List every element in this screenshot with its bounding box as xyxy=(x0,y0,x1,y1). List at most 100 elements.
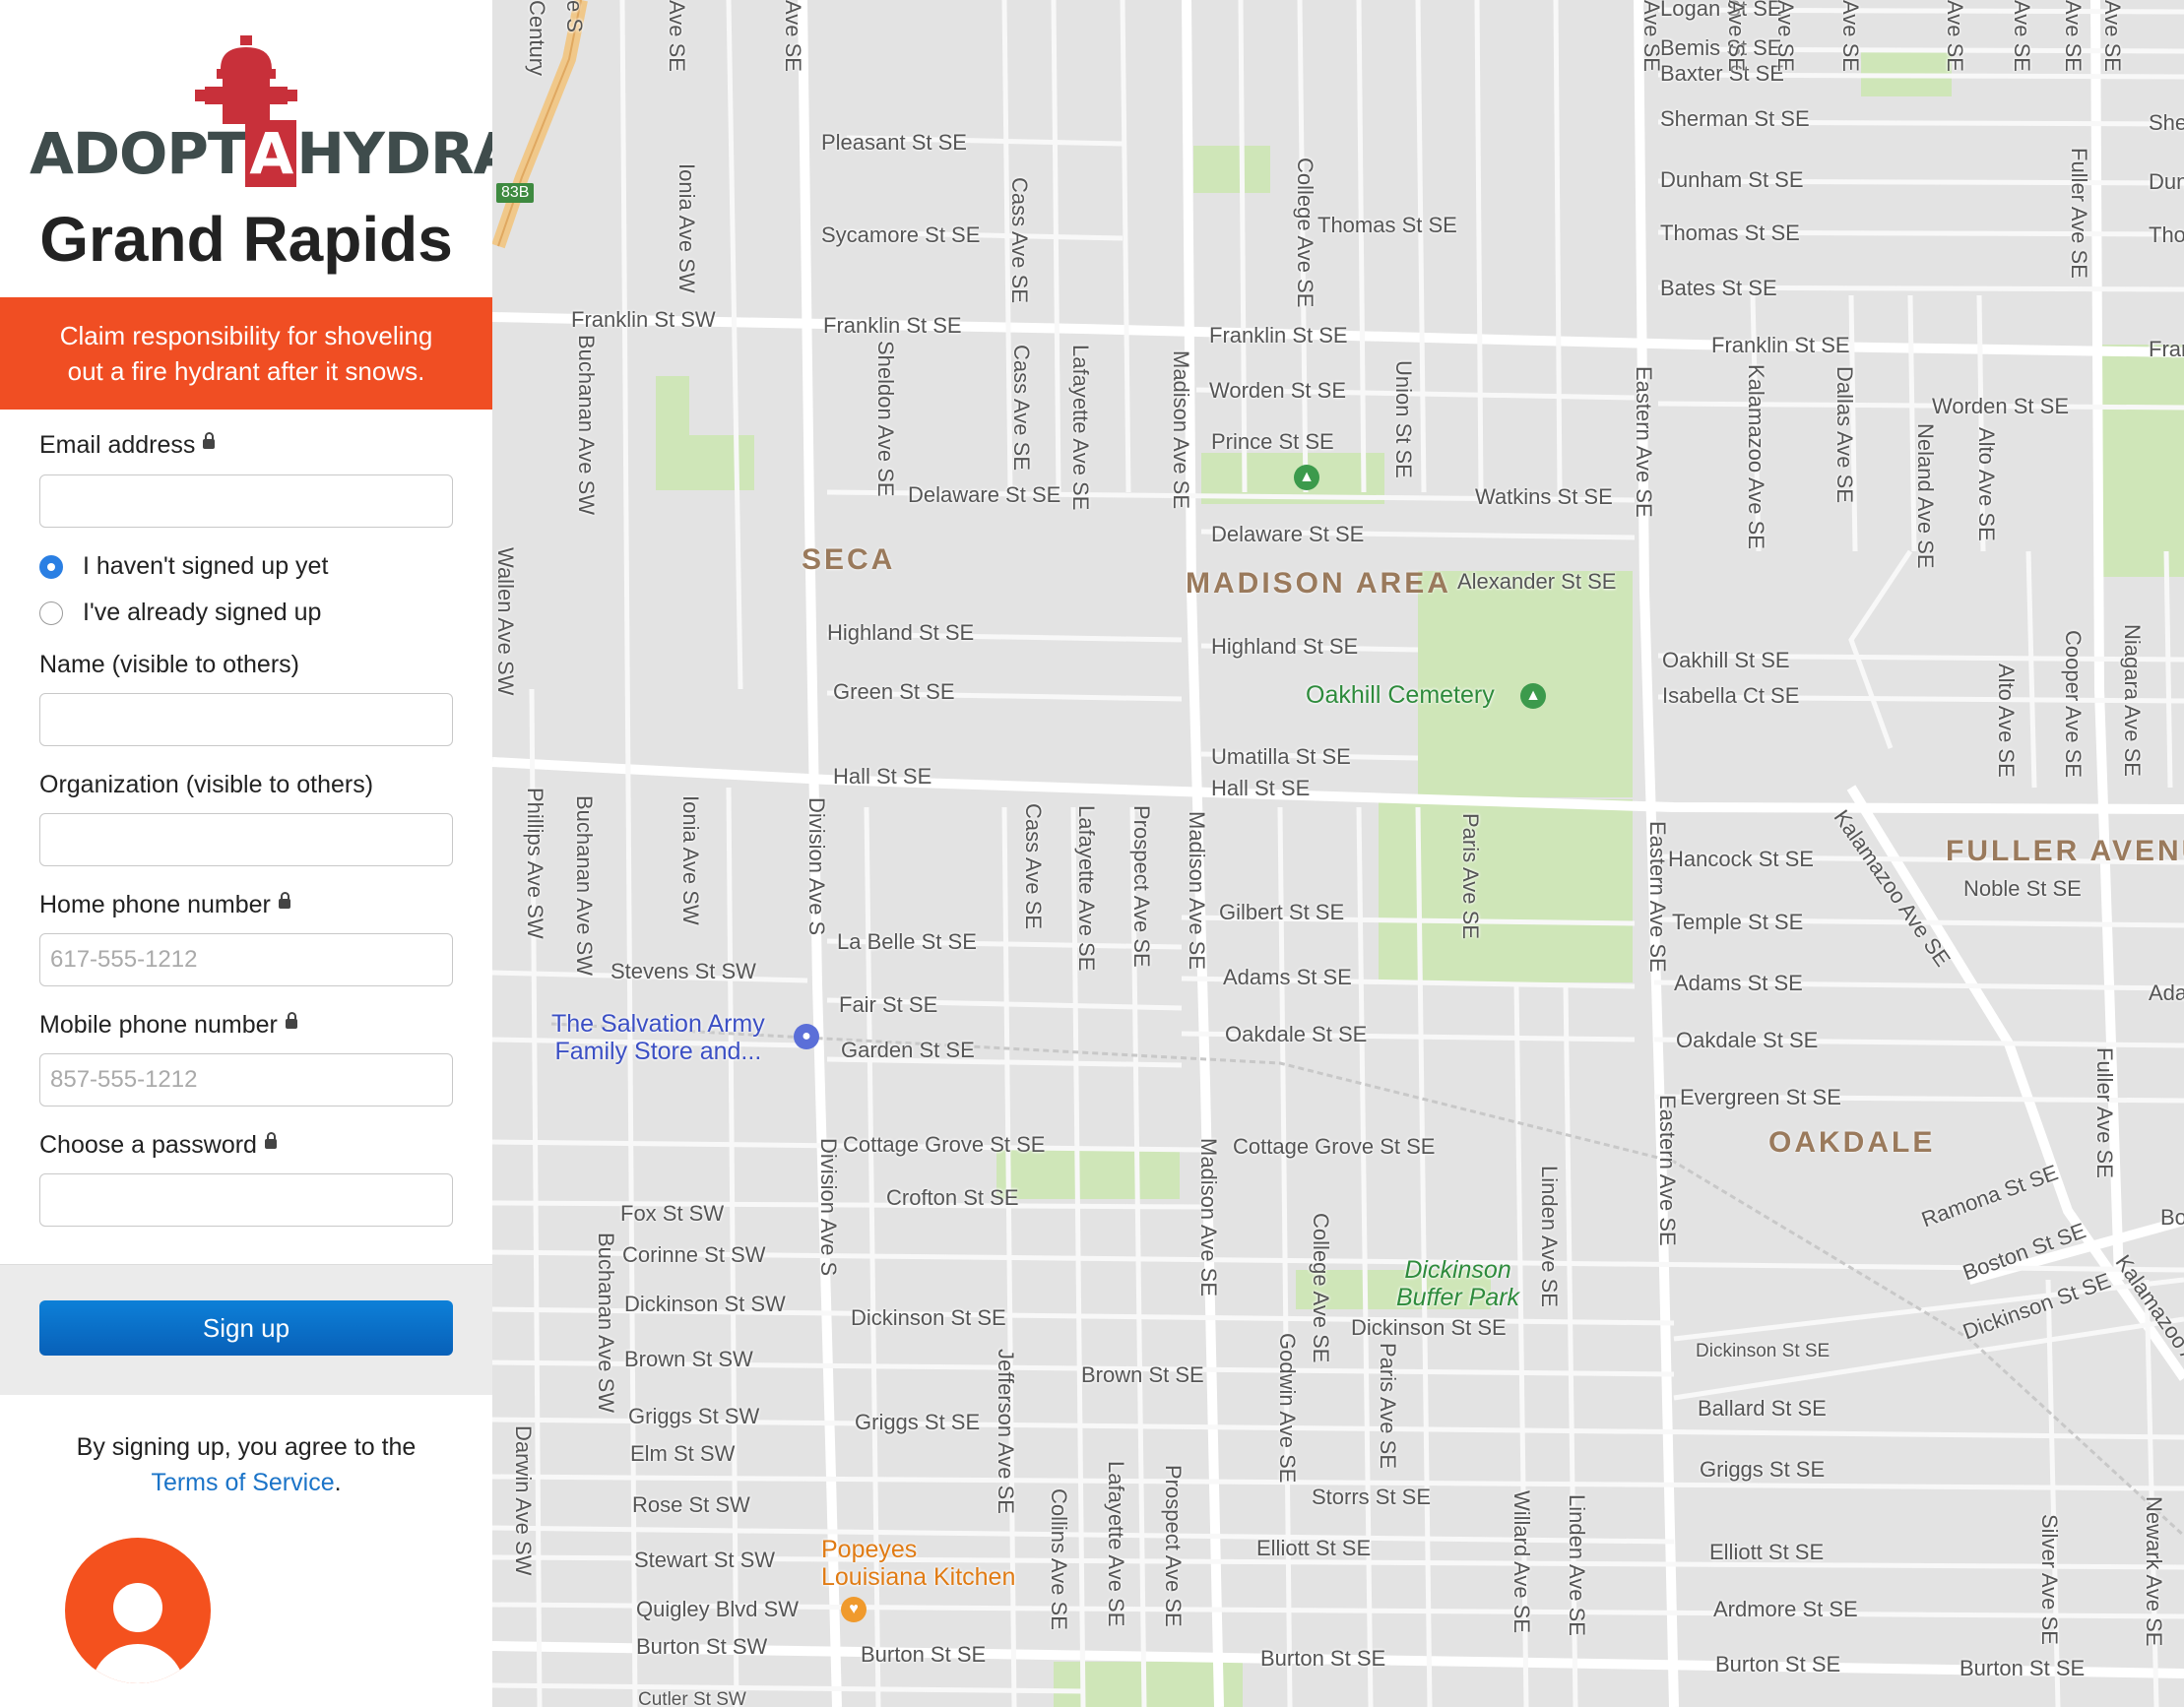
restaurant-icon[interactable]: ♥ xyxy=(841,1597,867,1622)
street-label: Ardmore St SE xyxy=(1713,1597,1858,1621)
street-label: Noble St SE xyxy=(1963,876,2082,901)
map-base xyxy=(492,0,2184,1707)
name-field[interactable] xyxy=(39,693,453,746)
city-title: Grand Rapids xyxy=(39,204,453,275)
street-label: Ave SE xyxy=(781,0,805,72)
street-label: Oakhill St SE xyxy=(1662,648,1790,672)
street-label: Wallen Ave SW xyxy=(493,547,518,696)
sign-up-button[interactable]: Sign up xyxy=(39,1300,453,1356)
street-label: Adams St SE xyxy=(1223,965,1352,989)
street-label: Quigley Blvd SW xyxy=(636,1597,800,1621)
street-label: Lafayette Ave SE xyxy=(1068,345,1093,511)
street-label: Sycamore St SE xyxy=(821,222,981,247)
home-phone-field[interactable] xyxy=(39,933,453,986)
poi-popeyes[interactable]: Popeyes Louisiana Kitchen xyxy=(821,1536,1015,1591)
street-label: Storrs St SE xyxy=(1312,1485,1432,1509)
street-label: Cass Ave SE xyxy=(1021,803,1046,929)
password-field[interactable] xyxy=(39,1173,453,1227)
street-label: Worden St SE xyxy=(1209,378,1346,403)
user-avatar-icon[interactable] xyxy=(65,1538,211,1683)
street-label: Cottage Grove St SE xyxy=(843,1132,1046,1157)
street-label: Franklin St SE xyxy=(1711,333,1850,357)
street-label: Sheldon Ave SE xyxy=(873,341,898,497)
park-icon[interactable]: ▲ xyxy=(1294,465,1319,490)
street-label: Baxter St SE xyxy=(1660,61,1784,86)
street-label: Dunhar xyxy=(2149,169,2184,194)
street-label: Worden St SE xyxy=(1932,394,2069,418)
park-icon[interactable]: ▲ xyxy=(1520,683,1546,709)
organization-field[interactable] xyxy=(39,813,453,866)
street-label: Pleasant St SE xyxy=(821,130,967,155)
street-label: Fuller Ave SE xyxy=(2067,148,2091,279)
street-label: Alto Ave SE xyxy=(1974,427,1999,541)
street-label: Madison Ave SE xyxy=(1169,350,1193,510)
mobile-phone-field[interactable] xyxy=(39,1053,453,1106)
neighborhood-label: SECA xyxy=(802,543,896,576)
street-label: Bo xyxy=(2160,1205,2184,1230)
poi-oakhill-cemetery[interactable]: Oakhill Cemetery xyxy=(1306,681,1495,709)
street-label: Burton St SE xyxy=(1715,1652,1841,1676)
street-label: Century xyxy=(525,0,549,77)
signup-panel: Sign up xyxy=(0,1264,492,1395)
poi-salvation-army[interactable]: The Salvation Army Family Store and... xyxy=(551,1010,765,1065)
street-label: Thoma xyxy=(2149,222,2184,247)
street-label: Willard Ave SE xyxy=(1510,1490,1534,1634)
lock-icon xyxy=(285,1012,297,1030)
password-label: Choose a password xyxy=(39,1131,277,1160)
street-label: Watkins St SE xyxy=(1475,484,1613,509)
street-label: Alto Ave SE xyxy=(1994,664,2019,778)
street-label: Madison Ave SE xyxy=(1196,1138,1221,1297)
neighborhood-label: MADISON AREA xyxy=(1186,567,1451,600)
street-label: Sherma xyxy=(2149,110,2184,135)
street-label: Paris Ave SE xyxy=(1376,1343,1400,1469)
neighborhood-label: OAKDALE xyxy=(1768,1126,1936,1159)
radio-button-checked[interactable] xyxy=(39,554,63,579)
street-label: Lafayette Ave SE xyxy=(1074,805,1099,972)
street-label: Thomas St SE xyxy=(1317,213,1457,237)
street-label: Ave SE xyxy=(665,0,689,72)
street-label: Umatilla St SE xyxy=(1211,744,1351,769)
street-label: Franklin St SE xyxy=(1209,323,1348,348)
street-label: Burton St SE xyxy=(1959,1656,2086,1680)
street-label: Delaware St SE xyxy=(1211,522,1365,546)
organization-label: Organization (visible to others) xyxy=(39,771,374,798)
radio-already-signed-up[interactable]: I've already signed up xyxy=(39,599,321,627)
street-label: Evergreen St SE xyxy=(1680,1085,1841,1109)
street-label: Dunham St SE xyxy=(1660,167,1804,192)
street-label: Cutler St SW xyxy=(638,1689,746,1707)
street-label: Lafayette Ave SE xyxy=(1104,1461,1128,1627)
shopping-bag-icon[interactable]: ● xyxy=(794,1024,819,1049)
fire-hydrant-icon xyxy=(195,35,297,124)
street-label: Dickinson St SE xyxy=(1351,1315,1507,1340)
street-label: Sherman St SE xyxy=(1660,106,1810,131)
radio-not-signed-up[interactable]: I haven't signed up yet xyxy=(39,552,328,581)
street-label: Prospect Ave SE xyxy=(1129,805,1154,968)
email-label: Email address xyxy=(39,431,216,460)
street-label: Ave SE xyxy=(1838,0,1863,72)
home-phone-label: Home phone number xyxy=(39,891,290,919)
terms-of-service-link[interactable]: Terms of Service xyxy=(151,1469,334,1496)
street-label: Cooper Ave SE xyxy=(2061,630,2086,779)
street-label: Niagara Ave SE xyxy=(2120,624,2145,777)
street-label: Phillips Ave SW xyxy=(523,788,547,939)
street-label: Stewart St SW xyxy=(634,1548,776,1572)
street-label: Ada xyxy=(2149,980,2184,1005)
street-label: Ave SE xyxy=(2061,0,2086,72)
street-label: Elm St SW xyxy=(630,1441,736,1466)
street-label: Crofton St SE xyxy=(886,1185,1019,1210)
street-label: Dickinson St SE xyxy=(851,1305,1006,1330)
street-label: Bates St SE xyxy=(1660,276,1777,300)
hydrant-map[interactable]: 83B SECA MADISON AREA OAKDALE FULLER AVE… xyxy=(492,0,2184,1707)
street-label: Neland Ave SE xyxy=(1913,423,1938,569)
street-label: Ave SE xyxy=(2100,0,2125,72)
street-label: Darwin Ave SW xyxy=(511,1425,536,1576)
street-label: Logan St SE xyxy=(1660,0,1782,21)
poi-dickinson-buffer-park[interactable]: Dickinson Buffer Park xyxy=(1396,1256,1519,1311)
street-label: Dickinson St SE xyxy=(1696,1341,1831,1361)
street-label: College Ave SE xyxy=(1309,1213,1333,1363)
email-field[interactable] xyxy=(39,474,453,528)
street-label: Eastern Ave SE xyxy=(1632,366,1656,518)
radio-button[interactable] xyxy=(39,601,63,625)
street-label: Fox St SW xyxy=(620,1201,725,1226)
street-label: Dickinson St SW xyxy=(624,1292,786,1316)
